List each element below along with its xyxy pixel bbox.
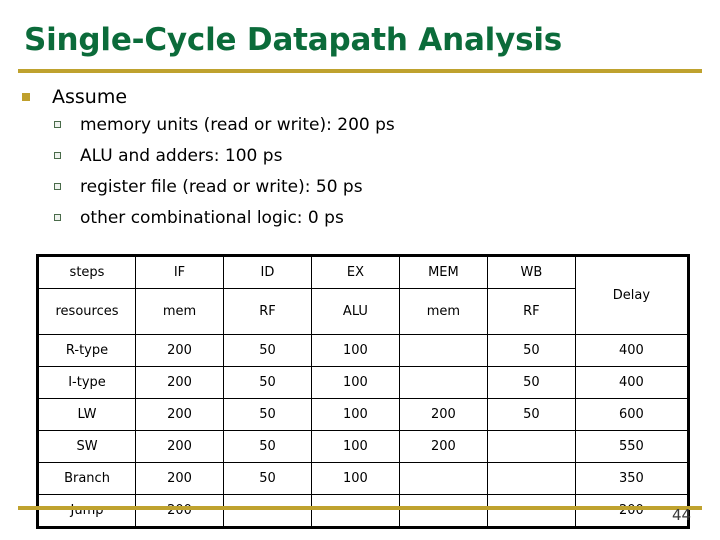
cell-wb <box>486 462 576 495</box>
datapath-timing-table-wrapper: steps IF ID EX MEM WB Delay resources me… <box>36 254 690 529</box>
cell-id: 50 <box>222 334 312 367</box>
hollow-square-bullet-icon <box>54 214 61 221</box>
cell-id: 50 <box>222 366 312 399</box>
header-cell-wb-rf: RF <box>486 288 576 335</box>
bullet-subitem-alu: ALU and adders: 100 ps <box>0 141 700 172</box>
cell-delay: 400 <box>574 366 690 399</box>
table-row: Jump 200 200 <box>36 494 690 528</box>
row-label: Jump <box>36 494 137 528</box>
table-row: Branch 200 50 100 350 <box>36 462 690 495</box>
row-label: Branch <box>36 462 137 495</box>
cell-delay: 400 <box>574 334 690 367</box>
hollow-square-bullet-icon <box>54 121 61 128</box>
header-cell-mem: MEM <box>398 255 488 289</box>
cell-ex: 100 <box>310 398 400 431</box>
cell-mem <box>398 462 488 495</box>
row-label: SW <box>36 430 137 463</box>
header-cell-resources: resources <box>36 288 137 335</box>
cell-if: 200 <box>135 462 224 495</box>
header-cell-mem-mem: mem <box>398 288 488 335</box>
header-cell-wb: WB <box>486 255 576 289</box>
cell-wb: 50 <box>486 398 576 431</box>
cell-ex: 100 <box>310 366 400 399</box>
header-cell-delay: Delay <box>574 255 690 335</box>
square-bullet-icon <box>22 93 30 101</box>
table-row: LW 200 50 100 200 50 600 <box>36 398 690 431</box>
cell-if: 200 <box>135 334 224 367</box>
cell-if: 200 <box>135 366 224 399</box>
cell-if: 200 <box>135 398 224 431</box>
row-label: LW <box>36 398 137 431</box>
hollow-square-bullet-icon <box>54 152 61 159</box>
bullet-item-assume: Assume <box>0 84 700 110</box>
bullet-subitem-combinational-logic: other combinational logic: 0 ps <box>0 203 700 234</box>
header-cell-steps: steps <box>36 255 137 289</box>
cell-ex <box>310 494 400 528</box>
header-cell-if: IF <box>135 255 224 289</box>
row-label: I-type <box>36 366 137 399</box>
cell-mem <box>398 334 488 367</box>
row-label: R-type <box>36 334 137 367</box>
cell-id: 50 <box>222 430 312 463</box>
cell-id: 50 <box>222 462 312 495</box>
header-cell-ex-alu: ALU <box>310 288 400 335</box>
cell-if: 200 <box>135 494 224 528</box>
table-row: R-type 200 50 100 50 400 <box>36 334 690 367</box>
cell-id: 50 <box>222 398 312 431</box>
datapath-timing-table: steps IF ID EX MEM WB Delay resources me… <box>36 254 690 529</box>
cell-id <box>222 494 312 528</box>
table-row: I-type 200 50 100 50 400 <box>36 366 690 399</box>
cell-ex: 100 <box>310 334 400 367</box>
cell-if: 200 <box>135 430 224 463</box>
cell-mem <box>398 366 488 399</box>
cell-mem <box>398 494 488 528</box>
bullet-subitem-label: ALU and adders: 100 ps <box>80 146 283 166</box>
cell-mem: 200 <box>398 430 488 463</box>
cell-delay: 350 <box>574 462 690 495</box>
bullet-subitem-label: other combinational logic: 0 ps <box>80 208 344 228</box>
header-cell-if-mem: mem <box>135 288 224 335</box>
header-cell-id: ID <box>222 255 312 289</box>
hollow-square-bullet-icon <box>54 183 61 190</box>
table-row: SW 200 50 100 200 550 <box>36 430 690 463</box>
bullet-subitem-register-file: register file (read or write): 50 ps <box>0 172 700 203</box>
bullet-subitem-label: memory units (read or write): 200 ps <box>80 115 395 135</box>
cell-ex: 100 <box>310 430 400 463</box>
page-number: 44 <box>672 506 692 524</box>
cell-wb: 50 <box>486 334 576 367</box>
footer-divider-rule <box>18 506 702 510</box>
header-cell-ex: EX <box>310 255 400 289</box>
bullet-subitem-memory: memory units (read or write): 200 ps <box>0 110 700 141</box>
cell-delay: 550 <box>574 430 690 463</box>
cell-wb <box>486 430 576 463</box>
cell-ex: 100 <box>310 462 400 495</box>
bullet-item-label: Assume <box>52 86 128 108</box>
cell-mem: 200 <box>398 398 488 431</box>
table-header-row-steps: steps IF ID EX MEM WB Delay <box>36 255 690 335</box>
header-cell-id-rf: RF <box>222 288 312 335</box>
cell-wb: 50 <box>486 366 576 399</box>
bullet-subitem-label: register file (read or write): 50 ps <box>80 177 363 197</box>
cell-wb <box>486 494 576 528</box>
title-divider-rule <box>18 69 702 73</box>
slide: Single-Cycle Datapath Analysis Assume me… <box>0 0 720 540</box>
cell-delay: 600 <box>574 398 690 431</box>
page-title: Single-Cycle Datapath Analysis <box>24 22 563 58</box>
bullet-list: Assume memory units (read or write): 200… <box>0 84 700 234</box>
